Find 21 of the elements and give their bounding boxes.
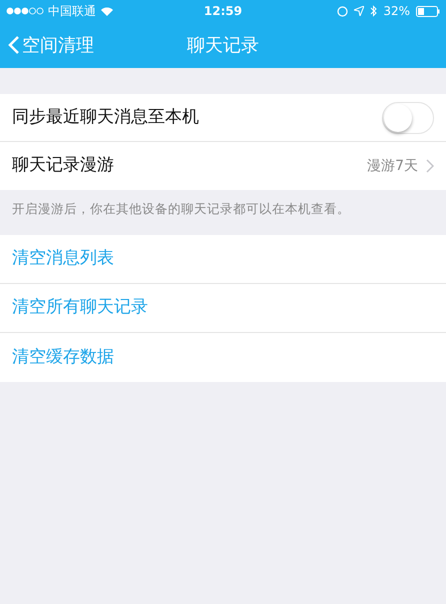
back-button[interactable]: 空间清理 <box>0 32 94 58</box>
setting-label: 同步最近聊天消息至本机 <box>12 106 200 129</box>
signal-icon <box>6 7 44 15</box>
setting-label: 聊天记录漫游 <box>12 154 115 178</box>
carrier-name: 中国联通 <box>48 3 96 20</box>
clear-action-link[interactable]: 清空缓存数据 <box>12 344 114 370</box>
toggle-switch[interactable] <box>382 102 434 134</box>
clear-action-link[interactable]: 清空所有聊天记录 <box>12 295 148 320</box>
chevron-left-icon <box>8 35 20 55</box>
battery-icon <box>416 6 440 16</box>
lock-rotation-icon <box>337 6 348 16</box>
wifi-icon <box>100 6 114 16</box>
roaming-link[interactable]: 漫游7天 <box>367 156 434 176</box>
page-title: 聊天记录 <box>187 34 259 58</box>
battery-percent: 32% <box>383 3 410 20</box>
chevron-right-icon <box>426 159 434 173</box>
roaming-note: 开启漫游后，你在其他设备的聊天记录都可以在本机查看。 <box>11 200 351 218</box>
clear-action-link[interactable]: 清空消息列表 <box>12 246 114 272</box>
clock-time: 12:59 <box>204 3 242 20</box>
location-icon <box>354 6 364 16</box>
bluetooth-icon <box>370 5 378 17</box>
